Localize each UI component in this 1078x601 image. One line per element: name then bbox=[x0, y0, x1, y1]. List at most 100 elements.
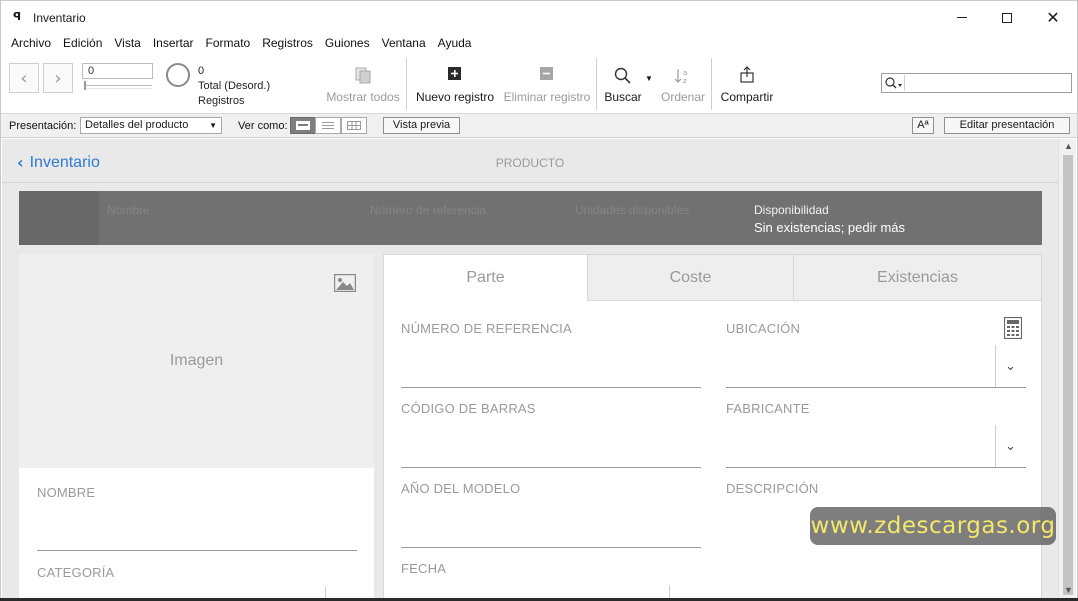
vertical-scrollbar[interactable]: ▲ ▼ bbox=[1058, 139, 1076, 599]
manufacturer-field[interactable] bbox=[726, 467, 1026, 468]
found-set-pie-icon bbox=[166, 63, 190, 87]
product-image-card: Imagen NOMBRE CATEGORÍA bbox=[19, 254, 374, 599]
edit-layout-button[interactable]: Editar presentación bbox=[944, 117, 1070, 134]
image-container[interactable]: Imagen bbox=[19, 254, 374, 468]
chevron-right-icon: › bbox=[54, 67, 62, 89]
delete-record-label: Eliminar registro bbox=[503, 90, 591, 104]
new-record-button[interactable]: Nuevo registro bbox=[414, 60, 496, 110]
page-title: PRODUCTO bbox=[495, 156, 565, 170]
maximize-button[interactable] bbox=[984, 1, 1030, 34]
layout-select-value: Detalles del producto bbox=[85, 119, 189, 131]
share-icon bbox=[717, 66, 777, 88]
navigation-header: ‹ Inventario PRODUCTO bbox=[2, 139, 1058, 183]
app-window: ꟼ Inventario ✕ Archivo Edición Vista Ins… bbox=[0, 0, 1078, 601]
layout-select[interactable]: Detalles del producto ▼ bbox=[80, 117, 222, 134]
product-summary-bar: Nombre Número de referencia Unidades dis… bbox=[19, 191, 1042, 245]
name-field-label: NOMBRE bbox=[37, 485, 96, 500]
sort-label: Ordenar bbox=[660, 90, 706, 104]
availability-label: Disponibilidad bbox=[754, 203, 829, 217]
location-dropdown-button[interactable]: ⌄ bbox=[995, 345, 1025, 387]
share-button[interactable]: Compartir bbox=[717, 60, 777, 110]
reference-number-field[interactable] bbox=[401, 387, 701, 388]
magnifier-icon bbox=[601, 66, 645, 88]
status-toolbar: ‹ › 0 0 Total (Desord.) Registros Mostra… bbox=[1, 54, 1077, 114]
view-as-table-button[interactable] bbox=[341, 117, 367, 134]
summary-name-column: Nombre bbox=[107, 203, 150, 217]
layout-label: Presentación: bbox=[9, 120, 77, 132]
tab-parte[interactable]: Parte bbox=[384, 255, 588, 301]
menu-registros[interactable]: Registros bbox=[256, 34, 319, 54]
form-view-icon bbox=[296, 121, 310, 130]
find-options-dropdown[interactable]: ▼ bbox=[643, 60, 655, 110]
menu-guiones[interactable]: Guiones bbox=[319, 34, 376, 54]
quick-find-magnifier-icon[interactable] bbox=[883, 75, 905, 91]
scroll-down-icon[interactable]: ▼ bbox=[1064, 585, 1073, 595]
show-all-label: Mostrar todos bbox=[326, 90, 400, 104]
close-button[interactable]: ✕ bbox=[1030, 1, 1076, 34]
find-button[interactable]: Buscar bbox=[601, 60, 645, 110]
record-slider[interactable] bbox=[84, 81, 152, 90]
record-info: 0 Total (Desord.) Registros bbox=[198, 64, 270, 109]
new-record-label: Nuevo registro bbox=[415, 90, 495, 104]
chevron-down-icon: ▼ bbox=[209, 121, 217, 130]
minimize-button[interactable] bbox=[939, 1, 985, 34]
menu-archivo[interactable]: Archivo bbox=[5, 34, 57, 54]
tab-bar: Parte Coste Existencias bbox=[384, 255, 1041, 301]
barcode-field[interactable] bbox=[401, 467, 701, 468]
chevron-left-icon: ‹ bbox=[20, 67, 28, 89]
show-all-button[interactable]: Mostrar todos bbox=[324, 60, 402, 110]
calculator-icon[interactable] bbox=[1003, 316, 1023, 342]
menu-bar: Archivo Edición Vista Insertar Formato R… bbox=[1, 34, 1077, 54]
watermark-text: www.zdescargas.org bbox=[810, 507, 1056, 545]
menu-ventana[interactable]: Ventana bbox=[376, 34, 432, 54]
image-placeholder-label: Imagen bbox=[169, 352, 224, 369]
scrollbar-thumb[interactable] bbox=[1063, 155, 1073, 595]
menu-insertar[interactable]: Insertar bbox=[147, 34, 200, 54]
menu-edicion[interactable]: Edición bbox=[57, 34, 108, 54]
minimize-icon bbox=[957, 17, 967, 18]
window-title: Inventario bbox=[33, 11, 86, 25]
svg-text:a: a bbox=[683, 69, 687, 77]
record-number-input[interactable]: 0 bbox=[82, 63, 153, 79]
chevron-down-icon: ⌄ bbox=[1005, 358, 1016, 374]
caret-down-icon: ▼ bbox=[645, 74, 653, 83]
manufacturer-label: FABRICANTE bbox=[726, 401, 810, 416]
tab-existencias[interactable]: Existencias bbox=[794, 255, 1041, 301]
title-bar: ꟼ Inventario ✕ bbox=[1, 1, 1077, 34]
delete-record-button[interactable]: Eliminar registro bbox=[501, 60, 593, 110]
find-label: Buscar bbox=[604, 90, 642, 104]
name-field[interactable] bbox=[37, 550, 357, 551]
quick-find-input[interactable] bbox=[881, 73, 1072, 93]
menu-ayuda[interactable]: Ayuda bbox=[432, 34, 478, 54]
next-record-button[interactable]: › bbox=[43, 63, 73, 93]
share-label: Compartir bbox=[720, 90, 774, 104]
menu-vista[interactable]: Vista bbox=[108, 34, 146, 54]
table-view-icon bbox=[347, 121, 361, 130]
previous-record-button[interactable]: ‹ bbox=[9, 63, 39, 93]
record-slider-thumb[interactable] bbox=[84, 81, 86, 90]
barcode-label: CÓDIGO DE BARRAS bbox=[401, 401, 536, 416]
date-picker-divider bbox=[669, 585, 670, 599]
model-year-field[interactable] bbox=[401, 547, 701, 548]
formatting-bar-toggle[interactable]: Aª bbox=[912, 117, 934, 134]
filemaker-icon: ꟼ bbox=[13, 11, 22, 23]
sort-button[interactable]: az Ordenar bbox=[659, 60, 707, 110]
minus-square-icon bbox=[501, 66, 593, 88]
manufacturer-dropdown-button[interactable]: ⌄ bbox=[995, 425, 1025, 467]
view-as-form-button[interactable] bbox=[290, 117, 316, 134]
model-year-label: AÑO DEL MODELO bbox=[401, 481, 521, 496]
description-label: DESCRIPCIÓN bbox=[726, 481, 819, 496]
tab-coste[interactable]: Coste bbox=[588, 255, 794, 301]
records-label: Registros bbox=[198, 95, 245, 107]
found-count: 0 bbox=[198, 65, 205, 77]
preview-button[interactable]: Vista previa bbox=[383, 117, 460, 134]
menu-formato[interactable]: Formato bbox=[200, 34, 257, 54]
summary-reference-column: Número de referencia bbox=[370, 203, 487, 217]
availability-value: Sin existencias; pedir más bbox=[754, 220, 906, 235]
location-field[interactable] bbox=[726, 387, 1026, 388]
image-icon[interactable] bbox=[333, 273, 357, 295]
product-thumbnail bbox=[19, 191, 99, 245]
scroll-up-icon[interactable]: ▲ bbox=[1064, 141, 1073, 151]
svg-text:z: z bbox=[683, 77, 687, 85]
view-as-list-button[interactable] bbox=[315, 117, 341, 134]
